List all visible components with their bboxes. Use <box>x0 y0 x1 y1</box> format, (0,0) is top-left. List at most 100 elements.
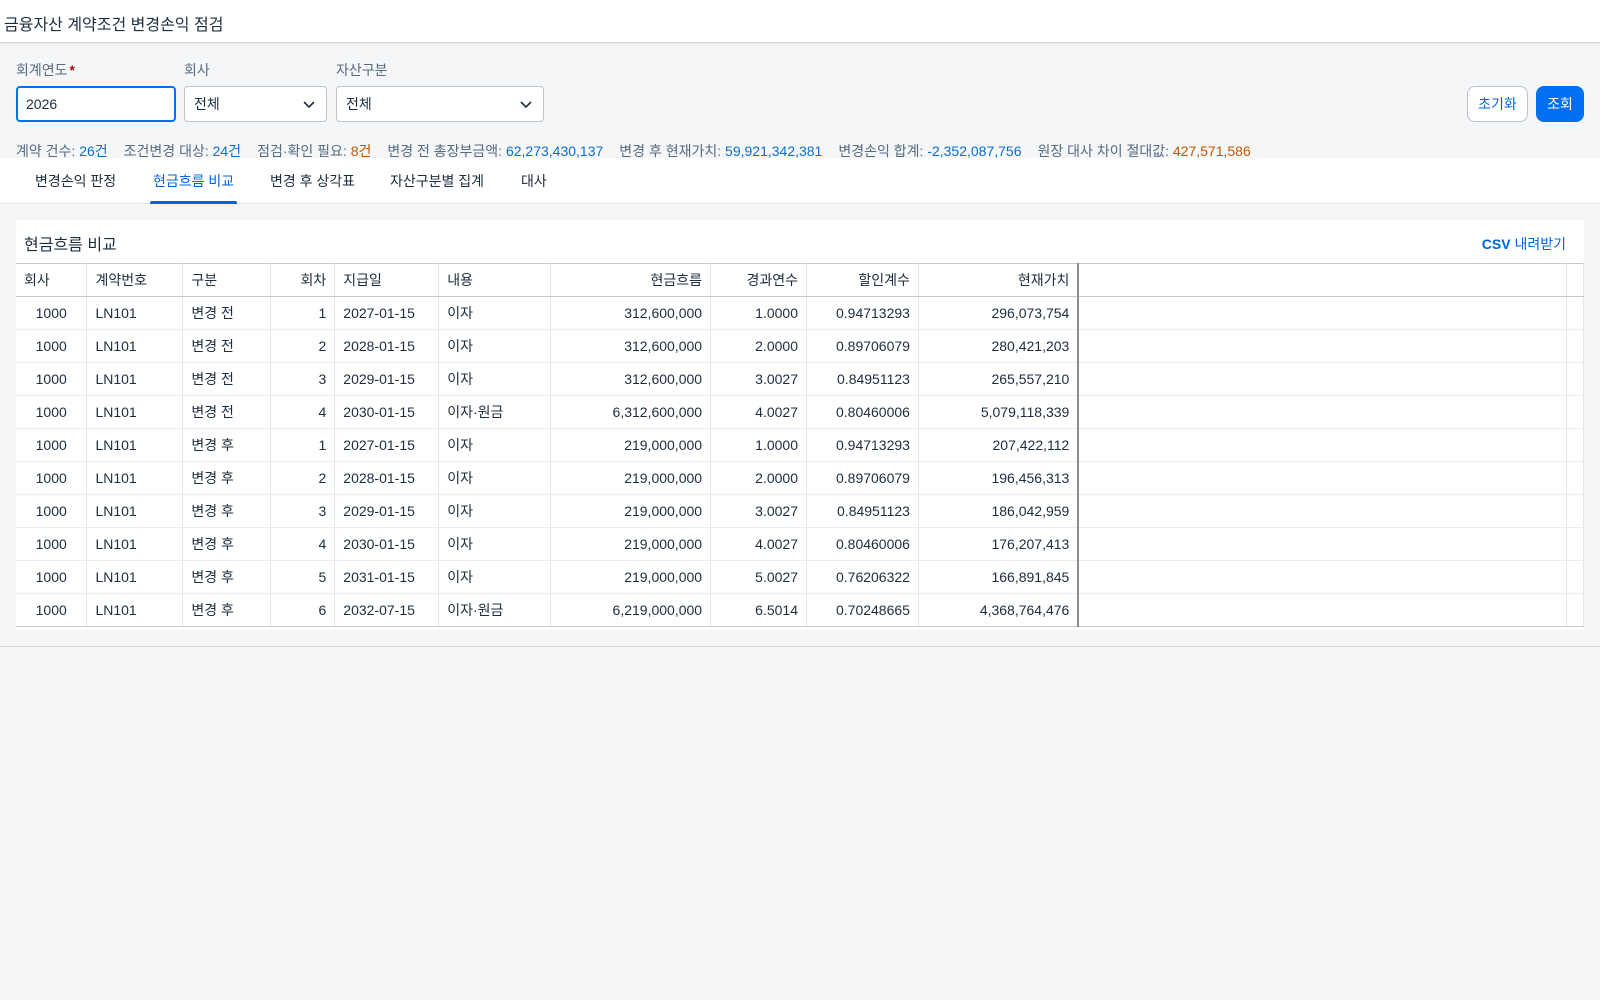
column-header[interactable]: 지급일 <box>334 263 440 297</box>
filler-cell <box>1566 593 1585 627</box>
table-cell: 6 <box>270 593 336 627</box>
table-cell: 변경 후 <box>182 428 272 462</box>
filler-cell <box>1566 395 1585 429</box>
column-header[interactable]: 할인계수 <box>806 263 919 297</box>
column-header[interactable]: 현금흐름 <box>550 263 712 297</box>
table-row[interactable]: 1000 LN101 변경 후 3 2029-01-15 이자 219,000,000 3.0… <box>16 494 1585 528</box>
tab-3[interactable]: 변경 후 상각표 <box>267 158 358 204</box>
table-cell: 이자·원금 <box>438 593 552 627</box>
table-cell: 4 <box>270 395 336 429</box>
table-cell: 1000 <box>16 461 88 495</box>
table-cell: LN101 <box>86 494 184 528</box>
table-cell: 296,073,754 <box>918 296 1080 330</box>
year-label: 회계연도 * <box>16 62 75 78</box>
asset-type-select[interactable]: 전체 <box>336 86 544 122</box>
table-cell: LN101 <box>86 428 184 462</box>
column-header[interactable]: 경과연수 <box>710 263 807 297</box>
table-cell: 변경 후 <box>182 494 272 528</box>
table-cell: 2028-01-15 <box>334 461 440 495</box>
column-header[interactable]: 내용 <box>438 263 552 297</box>
filler-cell <box>1078 296 1567 330</box>
table-cell: 312,600,000 <box>550 296 712 330</box>
column-header[interactable]: 회차 <box>270 263 336 297</box>
column-header[interactable]: 계약번호 <box>86 263 184 297</box>
table-cell: 4,368,764,476 <box>918 593 1080 627</box>
tab-5[interactable]: 대사 <box>518 158 550 204</box>
filler-header <box>1566 263 1585 297</box>
search-button[interactable]: 조회 <box>1536 86 1584 122</box>
tab-2[interactable]: 현금흐름 비교 <box>150 158 238 204</box>
filler-cell <box>1566 362 1585 396</box>
summary-value: 26건 <box>79 143 108 159</box>
table-row[interactable]: 1000 LN101 변경 후 4 2030-01-15 이자 219,000,000 4.0… <box>16 527 1585 561</box>
table-cell: 1000 <box>16 296 88 330</box>
table-cell: 3 <box>270 494 336 528</box>
tab-1[interactable]: 변경손익 판정 <box>32 158 119 204</box>
summary-label: 변경 전 총장부금액: <box>387 143 503 159</box>
table-cell: 0.89706079 <box>806 461 919 495</box>
table-row[interactable]: 1000 LN101 변경 전 2 2028-01-15 이자 312,600,000 2.0… <box>16 329 1585 363</box>
required-mark: * <box>69 62 75 78</box>
year-input[interactable]: 2026 <box>16 86 176 122</box>
table-cell: 변경 전 <box>182 329 272 363</box>
tab-4[interactable]: 자산구분별 집계 <box>387 158 487 204</box>
table-cell: 이자 <box>438 329 552 363</box>
table-cell: 0.80460006 <box>806 527 919 561</box>
table-cell: 이자 <box>438 428 552 462</box>
table-cell: 265,557,210 <box>918 362 1080 396</box>
table-row[interactable]: 1000 LN101 변경 후 1 2027-01-15 이자 219,000,000 1.0… <box>16 428 1585 462</box>
page-title: 금융자산 계약조건 변경손익 점검 <box>4 17 224 34</box>
chevron-down-icon <box>303 101 315 109</box>
column-header[interactable]: 현재가치 <box>918 263 1080 297</box>
filler-cell <box>1078 461 1567 495</box>
table-cell: 219,000,000 <box>550 494 712 528</box>
reset-button[interactable]: 초기화 <box>1467 86 1528 122</box>
table-cell: 166,891,845 <box>918 560 1080 594</box>
table-cell: 207,422,112 <box>918 428 1080 462</box>
filler-cell <box>1078 428 1567 462</box>
company-select[interactable]: 전체 <box>184 86 327 122</box>
shell-header: 금융자산 계약조건 변경손익 점검 <box>0 0 1600 43</box>
summary-label: 원장 대사 차이 절대값: <box>1037 143 1169 159</box>
table-cell: 0.80460006 <box>806 395 919 429</box>
table-cell: 2.0000 <box>710 329 807 363</box>
column-header[interactable]: 구분 <box>182 263 272 297</box>
table-cell: 변경 후 <box>182 527 272 561</box>
table-cell: 6,312,600,000 <box>550 395 712 429</box>
table-row[interactable]: 1000 LN101 변경 전 3 2029-01-15 이자 312,600,000 3.0… <box>16 362 1585 396</box>
table-cell: 2.0000 <box>710 461 807 495</box>
table-cell: 312,600,000 <box>550 362 712 396</box>
table-cell: 4.0027 <box>710 527 807 561</box>
table-cell: 2 <box>270 329 336 363</box>
csv-download-link[interactable]: CSV 내려받기 <box>1482 234 1566 254</box>
summary-value: 62,273,430,137 <box>505 143 604 159</box>
table-cell: 0.94713293 <box>806 296 919 330</box>
table-row[interactable]: 1000 LN101 변경 전 1 2027-01-15 이자 312,600,000 1.0… <box>16 296 1585 330</box>
company-label: 회사 <box>184 62 210 78</box>
table-row[interactable]: 1000 LN101 변경 후 2 2028-01-15 이자 219,000,000 2.0… <box>16 461 1585 495</box>
summary-value: 8건 <box>350 143 372 159</box>
filler-cell <box>1566 428 1585 462</box>
table-cell: 196,456,313 <box>918 461 1080 495</box>
asset-type-label: 자산구분 <box>336 62 388 78</box>
table-row[interactable]: 1000 LN101 변경 후 5 2031-01-15 이자 219,000,000 5.0… <box>16 560 1585 594</box>
table-cell: 2 <box>270 461 336 495</box>
table-cell: 이자 <box>438 560 552 594</box>
column-header[interactable]: 회사 <box>16 263 88 297</box>
filler-cell <box>1566 560 1585 594</box>
table-row[interactable]: 1000 LN101 변경 후 6 2032-07-15 이자·원금 6,219,000,0… <box>16 593 1585 627</box>
table-cell: 이자·원금 <box>438 395 552 429</box>
table-cell: 3 <box>270 362 336 396</box>
table-cell: 변경 후 <box>182 461 272 495</box>
table-cell: 변경 후 <box>182 560 272 594</box>
filler-cell <box>1078 395 1567 429</box>
table-cell: 1000 <box>16 395 88 429</box>
table-cell: LN101 <box>86 395 184 429</box>
table-cell: 219,000,000 <box>550 560 712 594</box>
table-cell: 이자 <box>438 461 552 495</box>
table-cell: LN101 <box>86 527 184 561</box>
table-cell: 1.0000 <box>710 296 807 330</box>
divider <box>0 646 1600 647</box>
table-row[interactable]: 1000 LN101 변경 전 4 2030-01-15 이자·원금 6,312,600,0… <box>16 395 1585 429</box>
filler-cell <box>1566 461 1585 495</box>
